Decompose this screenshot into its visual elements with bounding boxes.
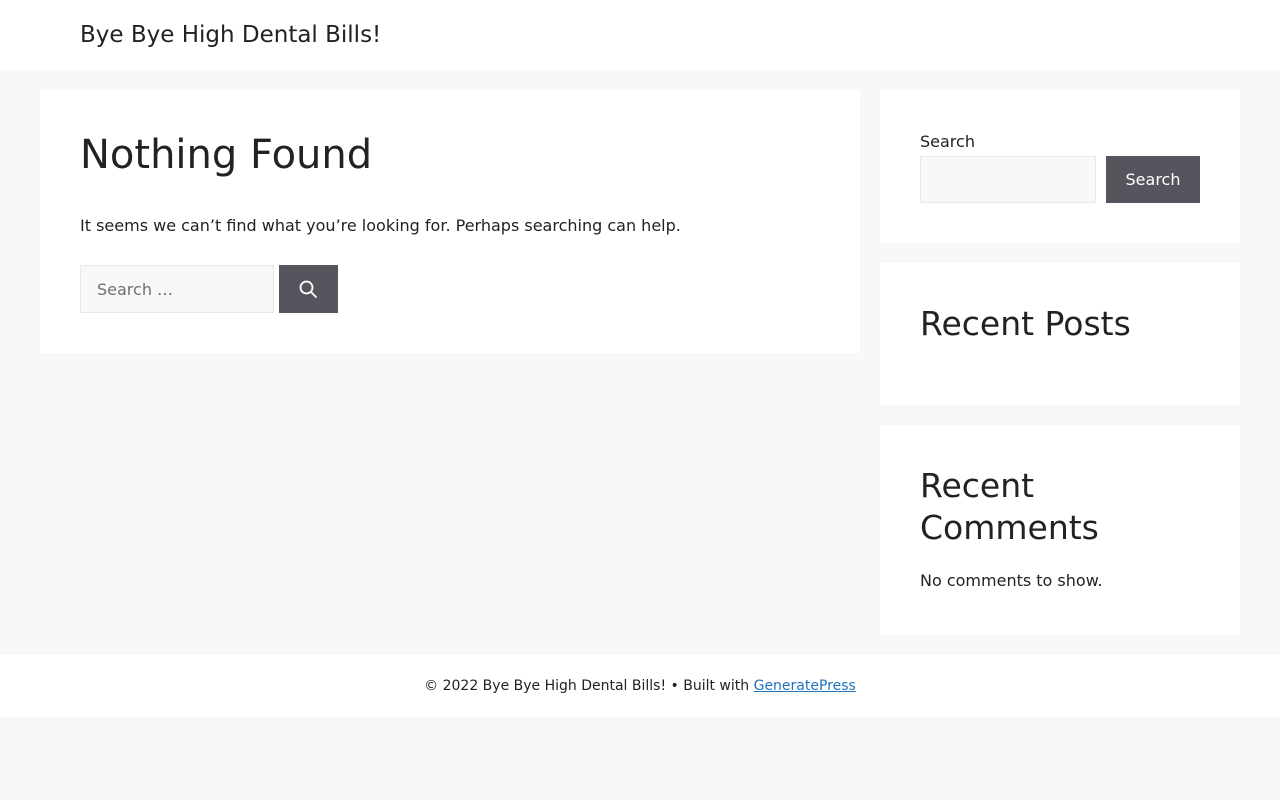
recent-comments-widget: Recent Comments No comments to show. bbox=[880, 425, 1240, 635]
search-widget-label: Search bbox=[920, 132, 975, 151]
page-title: Nothing Found bbox=[80, 132, 373, 178]
recent-posts-widget: Recent Posts bbox=[880, 263, 1240, 405]
generatepress-link[interactable]: GeneratePress bbox=[754, 678, 856, 694]
site-title-link[interactable]: Bye Bye High Dental Bills! bbox=[80, 20, 381, 50]
no-comments-text: No comments to show. bbox=[920, 571, 1103, 590]
site-footer: © 2022 Bye Bye High Dental Bills! • Buil… bbox=[0, 655, 1280, 717]
main-content: Nothing Found It seems we can’t find wha… bbox=[40, 90, 860, 353]
search-widget-input[interactable] bbox=[920, 156, 1096, 203]
search-widget: Search Search bbox=[880, 90, 1240, 243]
search-icon bbox=[299, 280, 317, 298]
footer-copyright: © 2022 Bye Bye High Dental Bills! • Buil… bbox=[424, 678, 754, 694]
search-input[interactable] bbox=[80, 265, 274, 313]
search-widget-button[interactable]: Search bbox=[1106, 156, 1200, 203]
recent-posts-title: Recent Posts bbox=[920, 304, 1131, 343]
not-found-message: It seems we can’t find what you’re looki… bbox=[80, 216, 681, 235]
site-header: Bye Bye High Dental Bills! bbox=[0, 0, 1280, 70]
recent-comments-title: Recent Comments bbox=[920, 466, 1099, 547]
search-button[interactable] bbox=[279, 265, 338, 313]
